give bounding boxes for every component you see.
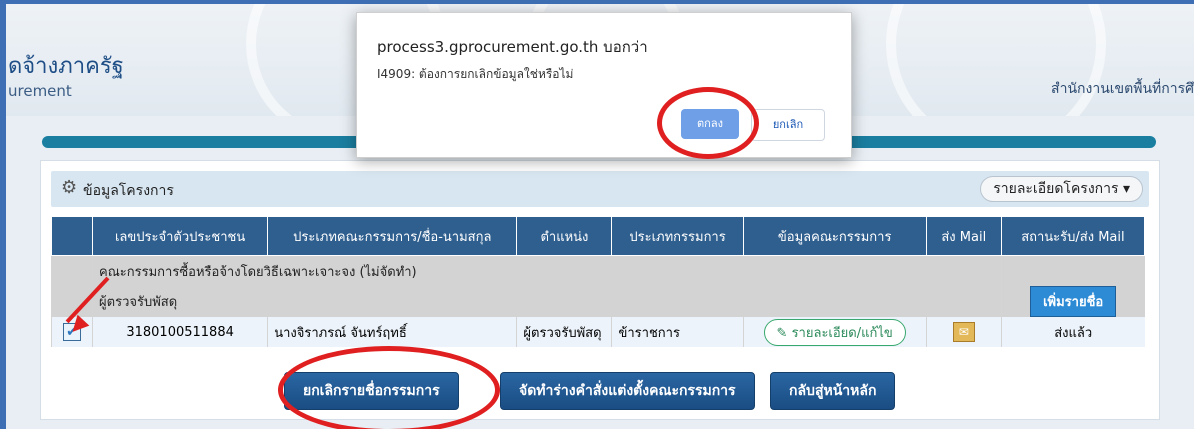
group-label: ผู้ตรวจรับพัสดุ xyxy=(92,286,1002,317)
add-name-button[interactable]: เพิ่มรายชื่อ xyxy=(1030,286,1117,317)
col-header-type: ประเภทกรรมการ xyxy=(611,216,744,256)
browser-viewport: ดจ้างภาครัฐ urement สำนักงานเขตพื้นที่กา… xyxy=(0,0,1194,429)
mail-icon[interactable]: ✉ xyxy=(952,322,975,342)
confirm-dialog: process3.gprocurement.go.th บอกว่า I4909… xyxy=(356,12,852,159)
col-header-committee-info: ข้อมูลคณะกรรมการ xyxy=(742,216,927,256)
office-name: สำนักงานเขตพื้นที่การศึ xyxy=(1051,81,1194,97)
group-row: คณะกรรมการซื้อหรือจ้างโดยวิธีเฉพาะเจาะจง… xyxy=(50,255,1145,286)
cell-type: ข้าราชการ xyxy=(611,317,744,347)
cancel-button[interactable]: ยกเลิก xyxy=(751,109,825,141)
col-header-position: ตำแหน่ง xyxy=(516,216,613,256)
edit-icon: ✎ xyxy=(776,325,792,341)
dialog-message: I4909: ต้องการยกเลิกข้อมูลใช่หรือไม่ xyxy=(377,67,574,81)
col-header-send-mail: ส่ง Mail xyxy=(925,216,1002,256)
edit-details-button[interactable]: ✎ รายละเอียด/แก้ไข xyxy=(763,318,906,346)
group-label: คณะกรรมการซื้อหรือจ้างโดยวิธีเฉพาะเจาะจง… xyxy=(92,255,1002,286)
panel-title: ข้อมูลโครงการ xyxy=(83,183,174,199)
annotation-circle xyxy=(278,346,500,429)
panel-header: ⚙ ข้อมูลโครงการ รายละเอียดโครงการ ▾ xyxy=(51,171,1149,207)
dialog-title: process3.gprocurement.go.th บอกว่า xyxy=(377,38,648,56)
cell-mail-status: ส่งแล้ว xyxy=(1000,317,1145,347)
col-header-select xyxy=(50,216,94,256)
annotation-circle xyxy=(657,87,759,159)
col-header-id: เลขประจำตัวประชาชน xyxy=(92,216,269,256)
site-title-thai: ดจ้างภาครัฐ xyxy=(8,54,124,79)
cell-id: 3180100511884 xyxy=(92,317,268,347)
back-to-home-button[interactable]: กลับสู่หน้าหลัก xyxy=(770,372,896,410)
table-header-row: เลขประจำตัวประชาชน ประเภทคณะกรรมการ/ชื่อ… xyxy=(50,216,1146,256)
cell-position: ผู้ตรวจรับพัสดุ xyxy=(516,317,612,347)
cell-name: นางจิราภรณ์ จันทร์ฤทธิ์ xyxy=(267,317,517,347)
draft-appointment-order-button[interactable]: จัดทำร่างคำสั่งแต่งตั้งคณะกรรมการ xyxy=(500,372,755,410)
col-header-name: ประเภทคณะกรรมการ/ชื่อ-นามสกุล xyxy=(267,216,518,256)
group-row: ผู้ตรวจรับพัสดุ เพิ่มรายชื่อ xyxy=(50,286,1145,317)
edit-details-label: รายละเอียด/แก้ไข xyxy=(791,325,893,341)
site-title-english: urement xyxy=(8,82,72,100)
project-detail-dropdown[interactable]: รายละเอียดโครงการ ▾ xyxy=(980,176,1143,202)
committee-table: เลขประจำตัวประชาชน ประเภทคณะกรรมการ/ชื่อ… xyxy=(50,216,1146,347)
table-row: ✔ 3180100511884 นางจิราภรณ์ จันทร์ฤทธิ์ … xyxy=(50,317,1145,347)
col-header-mail-status: สถานะรับ/ส่ง Mail xyxy=(1000,216,1146,256)
sliders-icon: ⚙ xyxy=(61,177,78,198)
